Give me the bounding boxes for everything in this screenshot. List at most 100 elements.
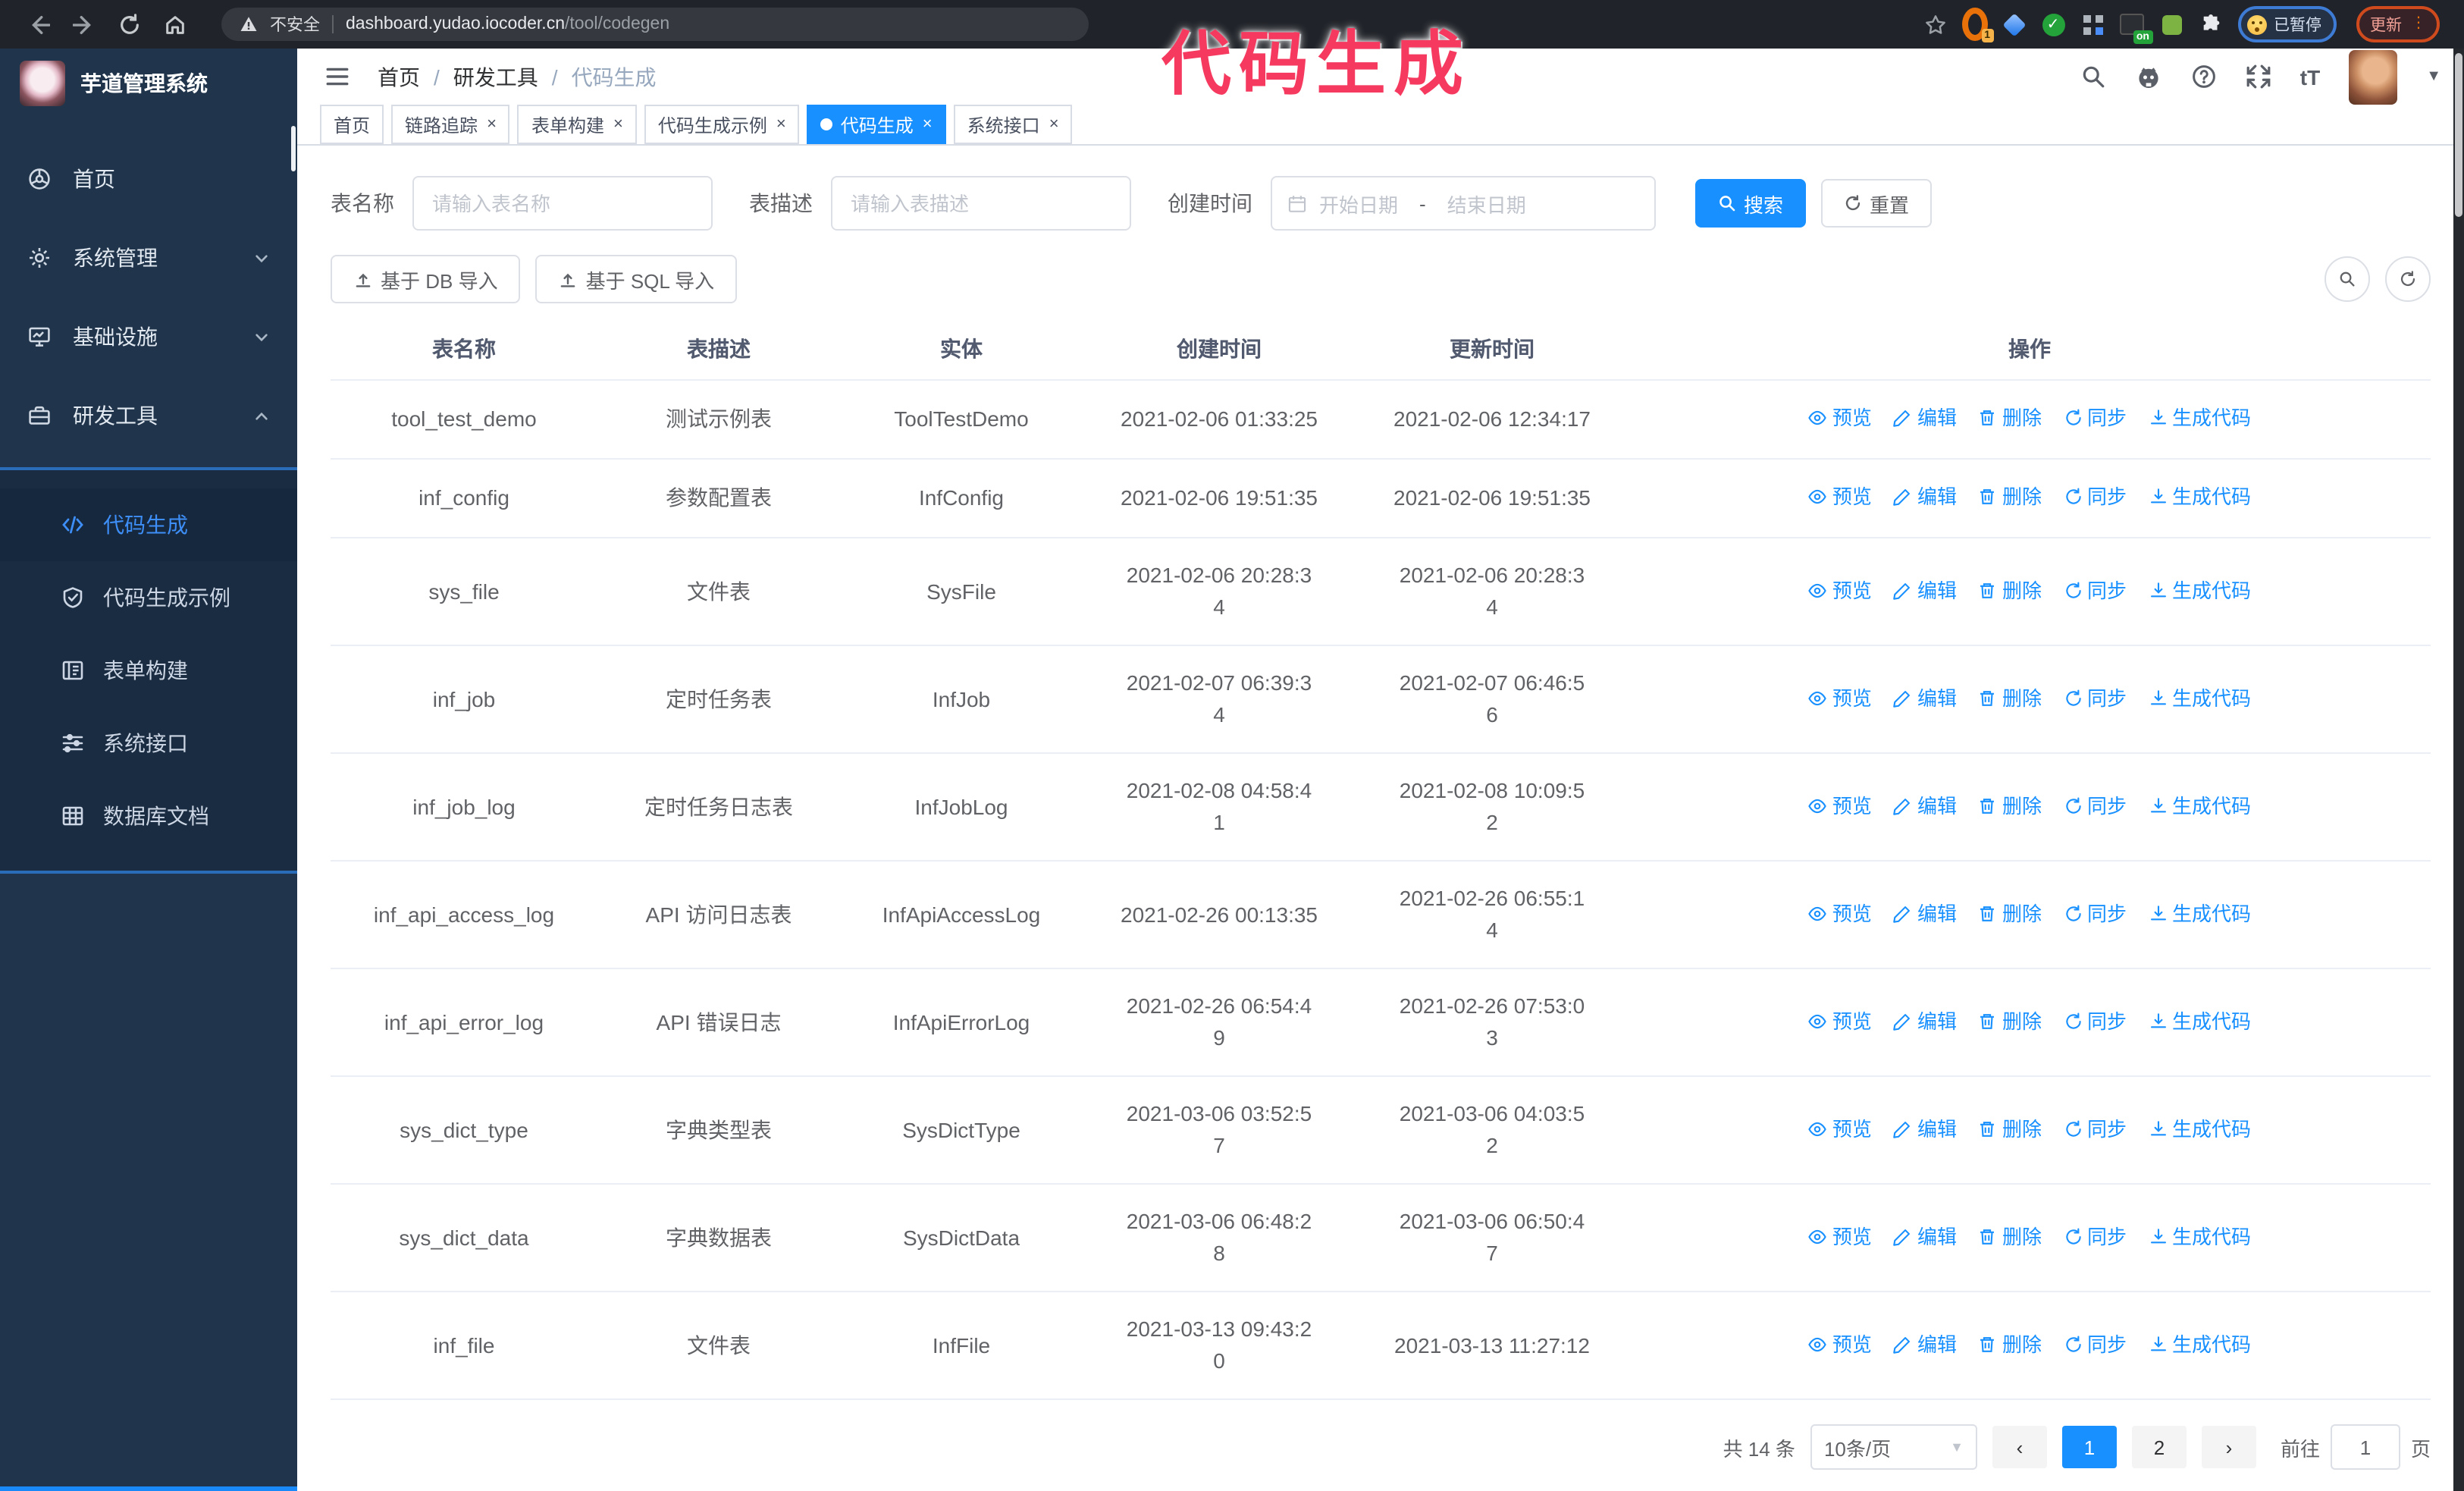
scrollbar-thumb[interactable]: [2455, 53, 2462, 217]
action-edit-link[interactable]: 编辑: [1893, 1113, 1957, 1144]
tab-链路追踪[interactable]: 链路追踪 ×: [391, 105, 510, 144]
action-preview-link[interactable]: 预览: [1808, 481, 1872, 513]
extensions-puzzle-icon[interactable]: [2198, 11, 2224, 37]
action-delete-link[interactable]: 删除: [1978, 574, 2042, 606]
action-generate-code-link[interactable]: 生成代码: [2148, 1328, 2251, 1360]
back-icon[interactable]: [15, 6, 61, 42]
reload-icon[interactable]: [106, 6, 152, 42]
action-preview-link[interactable]: 预览: [1808, 1328, 1872, 1360]
action-sync-link[interactable]: 同步: [2063, 682, 2127, 714]
sidebar-item-home[interactable]: 首页: [0, 140, 297, 218]
sidebar-subitem-system-api[interactable]: 系统接口: [0, 707, 297, 780]
goto-page-input[interactable]: [2330, 1424, 2400, 1470]
bookmark-star-icon[interactable]: [1922, 11, 1948, 37]
extension-gem-icon[interactable]: [2001, 11, 2027, 37]
close-tab-icon[interactable]: ×: [1049, 115, 1059, 133]
action-edit-link[interactable]: 编辑: [1893, 897, 1957, 929]
action-preview-link[interactable]: 预览: [1808, 402, 1872, 434]
extension-bot-icon[interactable]: [2158, 11, 2184, 37]
action-generate-code-link[interactable]: 生成代码: [2148, 481, 2251, 513]
breadcrumb-item[interactable]: 首页: [378, 61, 420, 92]
extension-switch-icon[interactable]: on: [2119, 11, 2152, 43]
action-edit-link[interactable]: 编辑: [1893, 481, 1957, 513]
action-sync-link[interactable]: 同步: [2063, 1005, 2127, 1037]
close-tab-icon[interactable]: ×: [613, 115, 623, 133]
action-generate-code-link[interactable]: 生成代码: [2148, 1005, 2251, 1037]
hamburger-icon[interactable]: [320, 60, 353, 93]
action-sync-link[interactable]: 同步: [2063, 789, 2127, 821]
home-icon[interactable]: [152, 6, 197, 42]
sidebar-subitem-db-doc[interactable]: 数据库文档: [0, 780, 297, 852]
window-scrollbar[interactable]: [2453, 49, 2464, 1491]
browser-update-button[interactable]: 更新 ⋮: [2356, 6, 2440, 42]
search-button[interactable]: 搜索: [1695, 179, 1807, 228]
action-delete-link[interactable]: 删除: [1978, 1220, 2042, 1252]
action-edit-link[interactable]: 编辑: [1893, 402, 1957, 434]
sidebar-scrollbar-thumb[interactable]: [291, 126, 296, 171]
action-generate-code-link[interactable]: 生成代码: [2148, 897, 2251, 929]
sidebar-item-devtools[interactable]: 研发工具: [0, 376, 297, 455]
sidebar-subitem-form-builder[interactable]: 表单构建: [0, 634, 297, 707]
tab-系统接口[interactable]: 系统接口 ×: [953, 105, 1073, 144]
extension-grid-icon[interactable]: [2080, 11, 2105, 37]
page-button-2[interactable]: 2: [2131, 1426, 2187, 1468]
font-size-icon[interactable]: tT: [2300, 64, 2320, 89]
action-generate-code-link[interactable]: 生成代码: [2148, 1113, 2251, 1144]
action-sync-link[interactable]: 同步: [2063, 1113, 2127, 1144]
sidebar-subitem-codegen-example[interactable]: 代码生成示例: [0, 561, 297, 634]
extension-donut-icon[interactable]: 1: [1961, 8, 1993, 42]
action-preview-link[interactable]: 预览: [1808, 789, 1872, 821]
action-edit-link[interactable]: 编辑: [1893, 1005, 1957, 1037]
action-edit-link[interactable]: 编辑: [1893, 1220, 1957, 1252]
table-desc-input[interactable]: [831, 176, 1131, 231]
next-page-button[interactable]: ›: [2201, 1426, 2256, 1468]
breadcrumb-item[interactable]: 研发工具: [453, 61, 538, 92]
action-sync-link[interactable]: 同步: [2063, 574, 2127, 606]
action-edit-link[interactable]: 编辑: [1893, 574, 1957, 606]
tab-首页[interactable]: 首页: [320, 105, 384, 144]
tab-代码生成[interactable]: 代码生成 ×: [807, 105, 946, 144]
action-preview-link[interactable]: 预览: [1808, 574, 1872, 606]
github-icon[interactable]: [2135, 63, 2162, 90]
page-size-select[interactable]: 10条/页 ▼: [1810, 1424, 1977, 1470]
action-delete-link[interactable]: 删除: [1978, 789, 2042, 821]
action-generate-code-link[interactable]: 生成代码: [2148, 789, 2251, 821]
action-delete-link[interactable]: 删除: [1978, 402, 2042, 434]
action-preview-link[interactable]: 预览: [1808, 1005, 1872, 1037]
extension-check-icon[interactable]: ✓: [2040, 11, 2066, 37]
avatar[interactable]: [2349, 49, 2398, 104]
tab-表单构建[interactable]: 表单构建 ×: [517, 105, 637, 144]
action-delete-link[interactable]: 删除: [1978, 481, 2042, 513]
close-tab-icon[interactable]: ×: [776, 115, 786, 133]
action-generate-code-link[interactable]: 生成代码: [2148, 402, 2251, 434]
action-edit-link[interactable]: 编辑: [1893, 789, 1957, 821]
action-sync-link[interactable]: 同步: [2063, 402, 2127, 434]
action-generate-code-link[interactable]: 生成代码: [2148, 1220, 2251, 1252]
refresh-table-icon[interactable]: [2385, 256, 2431, 302]
action-delete-link[interactable]: 删除: [1978, 1113, 2042, 1144]
avatar-caret-icon[interactable]: ▼: [2426, 68, 2441, 85]
action-edit-link[interactable]: 编辑: [1893, 682, 1957, 714]
hide-search-icon[interactable]: [2324, 256, 2370, 302]
profile-paused-badge[interactable]: 已暂停: [2237, 6, 2337, 42]
import-db-button[interactable]: 基于 DB 导入: [331, 255, 521, 303]
address-bar[interactable]: 不安全 dashboard.yudao.iocoder.cn/tool/code…: [221, 8, 1089, 41]
action-edit-link[interactable]: 编辑: [1893, 1328, 1957, 1360]
action-delete-link[interactable]: 删除: [1978, 897, 2042, 929]
action-delete-link[interactable]: 删除: [1978, 1328, 2042, 1360]
reset-button[interactable]: 重置: [1821, 179, 1933, 228]
sidebar-item-infra[interactable]: 基础设施: [0, 297, 297, 376]
page-button-1[interactable]: 1: [2061, 1426, 2117, 1468]
action-preview-link[interactable]: 预览: [1808, 897, 1872, 929]
fullscreen-icon[interactable]: [2246, 64, 2271, 89]
sidebar-subitem-codegen[interactable]: 代码生成: [0, 488, 297, 561]
prev-page-button[interactable]: ‹: [1992, 1426, 2047, 1468]
help-icon[interactable]: [2191, 64, 2217, 89]
table-name-input[interactable]: [412, 176, 713, 231]
action-sync-link[interactable]: 同步: [2063, 1328, 2127, 1360]
search-icon[interactable]: [2080, 64, 2106, 89]
action-generate-code-link[interactable]: 生成代码: [2148, 682, 2251, 714]
sidebar-item-system[interactable]: 系统管理: [0, 218, 297, 297]
tab-代码生成示例[interactable]: 代码生成示例 ×: [644, 105, 800, 144]
action-preview-link[interactable]: 预览: [1808, 1113, 1872, 1144]
